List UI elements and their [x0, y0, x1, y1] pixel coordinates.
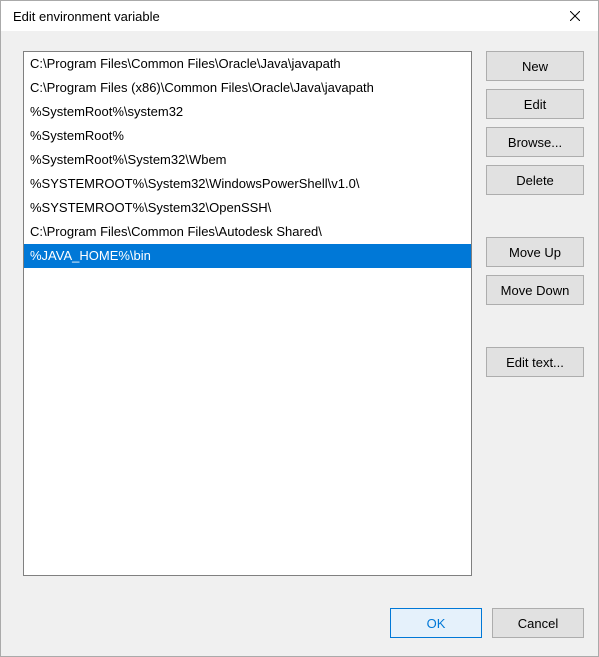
dialog-footer: OK Cancel — [1, 598, 598, 656]
cancel-button[interactable]: Cancel — [492, 608, 584, 638]
move-down-button[interactable]: Move Down — [486, 275, 584, 305]
path-list-item[interactable]: C:\Program Files\Common Files\Oracle\Jav… — [24, 52, 471, 76]
path-list-item[interactable]: %SystemRoot% — [24, 124, 471, 148]
edit-text-button[interactable]: Edit text... — [486, 347, 584, 377]
titlebar: Edit environment variable — [1, 1, 598, 31]
dialog-content: C:\Program Files\Common Files\Oracle\Jav… — [1, 31, 598, 598]
path-list-item[interactable]: %JAVA_HOME%\bin — [24, 244, 471, 268]
spacer — [486, 313, 584, 339]
path-list[interactable]: C:\Program Files\Common Files\Oracle\Jav… — [23, 51, 472, 576]
close-icon — [570, 11, 580, 21]
new-button[interactable]: New — [486, 51, 584, 81]
close-button[interactable] — [552, 1, 598, 31]
path-list-item[interactable]: %SYSTEMROOT%\System32\WindowsPowerShell\… — [24, 172, 471, 196]
path-list-item[interactable]: %SystemRoot%\System32\Wbem — [24, 148, 471, 172]
path-list-item[interactable]: %SystemRoot%\system32 — [24, 100, 471, 124]
ok-button[interactable]: OK — [390, 608, 482, 638]
edit-button[interactable]: Edit — [486, 89, 584, 119]
move-up-button[interactable]: Move Up — [486, 237, 584, 267]
delete-button[interactable]: Delete — [486, 165, 584, 195]
path-list-item[interactable]: C:\Program Files\Common Files\Autodesk S… — [24, 220, 471, 244]
path-list-item[interactable]: %SYSTEMROOT%\System32\OpenSSH\ — [24, 196, 471, 220]
spacer — [486, 203, 584, 229]
browse-button[interactable]: Browse... — [486, 127, 584, 157]
path-list-item[interactable]: C:\Program Files (x86)\Common Files\Orac… — [24, 76, 471, 100]
dialog-title: Edit environment variable — [13, 9, 160, 24]
edit-env-var-dialog: Edit environment variable C:\Program Fil… — [0, 0, 599, 657]
button-column: New Edit Browse... Delete Move Up Move D… — [486, 51, 584, 588]
